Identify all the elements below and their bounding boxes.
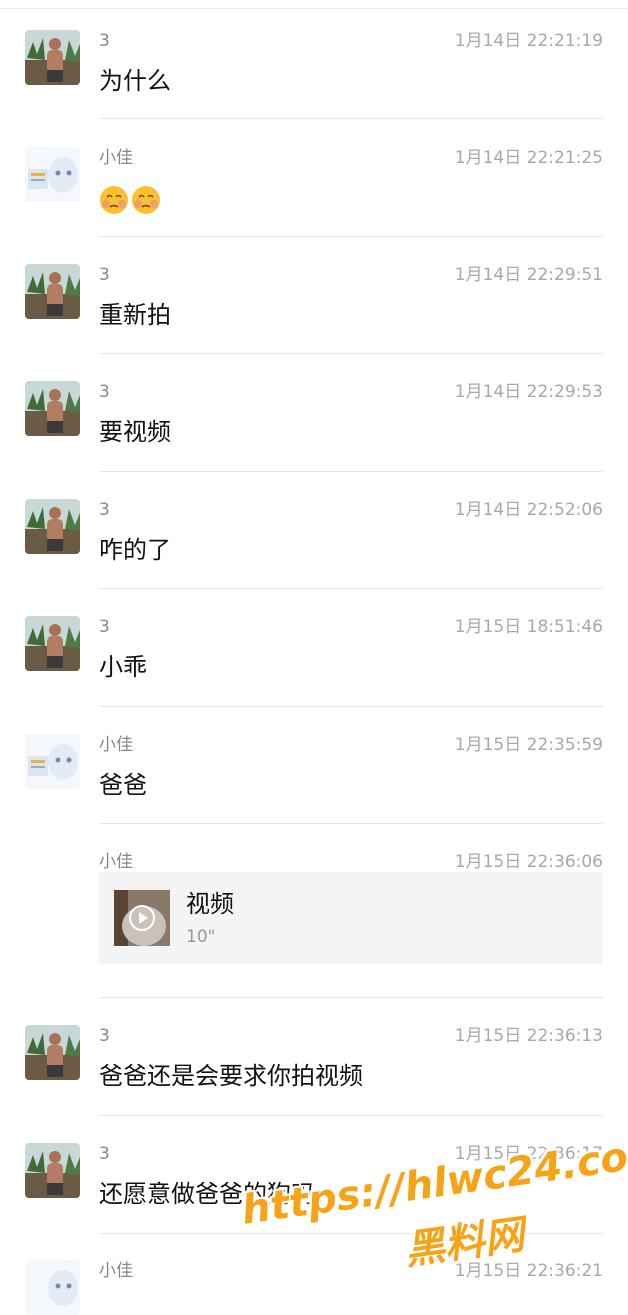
divider xyxy=(99,823,603,824)
avatar[interactable] xyxy=(25,1143,80,1198)
timestamp: 1月15日 22:36:13 xyxy=(454,1026,603,1046)
avatar[interactable] xyxy=(25,1025,80,1080)
sender-name: 小佳 xyxy=(99,852,133,872)
divider xyxy=(99,588,603,589)
sender-name: 小佳 xyxy=(99,148,133,168)
divider xyxy=(99,1115,603,1116)
divider xyxy=(99,236,603,237)
top-divider xyxy=(0,8,628,9)
avatar[interactable] xyxy=(25,616,80,671)
flushed-face-emoji-icon xyxy=(100,186,128,214)
avatar[interactable] xyxy=(25,499,80,554)
sender-name: 3 xyxy=(99,617,110,637)
timestamp: 1月15日 22:36:06 xyxy=(454,852,603,872)
divider xyxy=(99,118,603,119)
divider xyxy=(99,353,603,354)
avatar[interactable] xyxy=(25,264,80,319)
avatar[interactable] xyxy=(25,1260,80,1315)
sender-name: 3 xyxy=(99,1026,110,1046)
timestamp: 1月15日 22:35:59 xyxy=(454,735,603,755)
message-text: 咋的了 xyxy=(99,536,171,564)
sender-name: 小佳 xyxy=(99,735,133,755)
divider xyxy=(99,997,603,998)
message-text: 重新拍 xyxy=(99,301,171,329)
sender-name: 3 xyxy=(99,382,110,402)
divider xyxy=(99,1233,603,1234)
timestamp: 1月14日 22:52:06 xyxy=(454,500,603,520)
video-duration: 10" xyxy=(186,927,216,947)
timestamp: 1月14日 22:21:25 xyxy=(454,148,603,168)
message-text: 为什么 xyxy=(99,67,171,95)
video-message-card[interactable]: 视频 10" xyxy=(99,872,603,964)
flushed-face-emoji-icon xyxy=(132,186,160,214)
video-thumbnail[interactable] xyxy=(114,890,170,946)
avatar[interactable] xyxy=(25,734,80,789)
video-title: 视频 xyxy=(186,890,234,918)
timestamp: 1月15日 18:51:46 xyxy=(454,617,603,637)
timestamp: 1月14日 22:21:19 xyxy=(454,31,603,51)
divider xyxy=(99,471,603,472)
sender-name: 3 xyxy=(99,265,110,285)
message-text: 爸爸 xyxy=(99,771,147,799)
sender-name: 小佳 xyxy=(99,1261,133,1281)
sender-name: 3 xyxy=(99,1144,110,1164)
message-text: 爸爸还是会要求你拍视频 xyxy=(99,1062,363,1090)
message-text: 要视频 xyxy=(99,418,171,446)
timestamp: 1月14日 22:29:53 xyxy=(454,382,603,402)
sender-name: 3 xyxy=(99,500,110,520)
sender-name: 3 xyxy=(99,31,110,51)
avatar[interactable] xyxy=(25,147,80,202)
divider xyxy=(99,706,603,707)
avatar[interactable] xyxy=(25,30,80,85)
message-text: 小乖 xyxy=(99,653,147,681)
avatar[interactable] xyxy=(25,381,80,436)
timestamp: 1月14日 22:29:51 xyxy=(454,265,603,285)
